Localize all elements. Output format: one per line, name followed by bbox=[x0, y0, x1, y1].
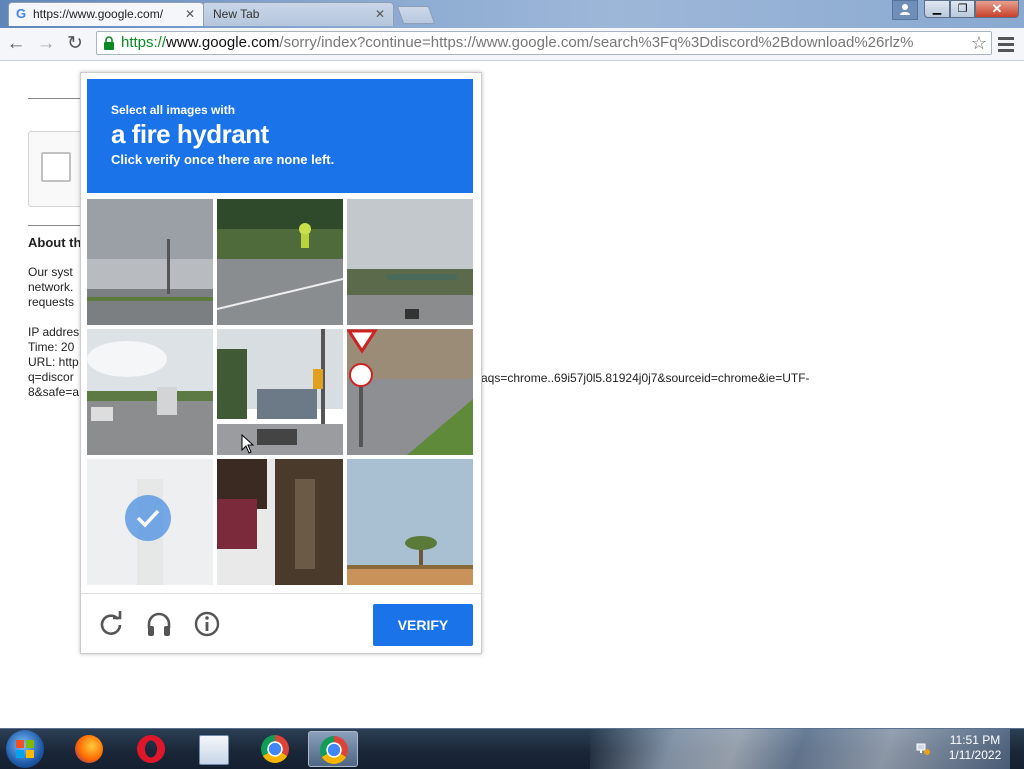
chrome-active-icon bbox=[320, 736, 348, 764]
recaptcha-challenge: Select all images with a fire hydrant Cl… bbox=[80, 72, 482, 654]
challenge-footer: VERIFY bbox=[81, 593, 481, 654]
instruction-small: Select all images with bbox=[111, 103, 236, 117]
image-tile-4[interactable] bbox=[87, 329, 213, 455]
firefox-taskbar-button[interactable] bbox=[64, 731, 114, 767]
image-tile-1[interactable] bbox=[87, 199, 213, 325]
user-icon[interactable] bbox=[892, 0, 918, 20]
image-tile-9[interactable] bbox=[347, 459, 473, 585]
opera-icon bbox=[137, 735, 165, 763]
target-object: a fire hydrant bbox=[111, 119, 269, 149]
reload-button[interactable]: ↻ bbox=[63, 32, 87, 56]
para-line: Our syst bbox=[28, 265, 73, 279]
para-line: 8&safe=a bbox=[28, 385, 80, 399]
opera-taskbar-button[interactable] bbox=[126, 731, 176, 767]
divider bbox=[28, 98, 88, 99]
url-path: /sorry/index?continue=https://www.google… bbox=[279, 34, 914, 51]
minimize-button[interactable]: ▁ bbox=[924, 0, 950, 18]
details-paragraph: IP addres Time: 20 URL: http q=discor 8&… bbox=[28, 325, 79, 400]
url-scheme: https:// bbox=[121, 34, 167, 51]
image-grid bbox=[87, 199, 475, 587]
clock-date: 1/11/2022 bbox=[948, 748, 1002, 762]
title-bar: G https://www.google.com/ ✕ New Tab ✕ ▁ … bbox=[0, 0, 1024, 28]
reload-icon[interactable] bbox=[97, 610, 125, 638]
star-icon[interactable]: ☆ bbox=[970, 32, 987, 54]
para-line: requests bbox=[28, 295, 75, 309]
chrome-active-taskbar-button[interactable] bbox=[308, 731, 358, 767]
audio-icon[interactable] bbox=[145, 610, 173, 638]
taskbar: 11:51 PM 1/11/2022 bbox=[0, 728, 1024, 769]
para-line: network. bbox=[28, 280, 74, 294]
address-bar[interactable]: https://www.google.com/sorry/index?conti… bbox=[96, 31, 992, 55]
google-favicon-icon: G bbox=[16, 6, 27, 21]
network-tray-icon[interactable] bbox=[916, 741, 930, 755]
maximize-button[interactable]: ❐ bbox=[950, 0, 975, 18]
verify-button[interactable]: VERIFY bbox=[373, 604, 473, 646]
chrome-taskbar-button[interactable] bbox=[250, 731, 300, 767]
info-paragraph: Our syst network. requests bbox=[28, 265, 74, 310]
info-icon[interactable] bbox=[193, 610, 221, 638]
para-line: URL: http bbox=[28, 355, 79, 369]
url-tail-text: aqs=chrome..69i57j0l5.81924j0j7&sourceid… bbox=[481, 371, 810, 385]
tab-close-icon[interactable]: ✕ bbox=[375, 3, 385, 25]
system-clock[interactable]: 11:51 PM 1/11/2022 bbox=[940, 733, 1010, 763]
divider bbox=[28, 225, 88, 226]
notepad-icon bbox=[199, 735, 229, 765]
url-host: www.google.com bbox=[166, 34, 280, 51]
para-line: IP addres bbox=[28, 325, 80, 339]
tab-title: New Tab bbox=[213, 7, 260, 21]
para-line: q=discor bbox=[28, 370, 74, 384]
close-window-button[interactable]: ✕ bbox=[975, 0, 1019, 18]
challenge-header: Select all images with a fire hydrant Cl… bbox=[87, 79, 473, 193]
para-line: Time: 20 bbox=[28, 340, 75, 354]
chrome-icon bbox=[261, 735, 289, 763]
url-text: https://www.google.com/sorry/index?conti… bbox=[121, 32, 914, 54]
clock-time: 11:51 PM bbox=[949, 733, 1001, 747]
windows-start-button[interactable] bbox=[6, 730, 44, 768]
back-button[interactable]: ← bbox=[4, 32, 28, 56]
menu-icon[interactable] bbox=[996, 34, 1016, 54]
recaptcha-checkbox[interactable] bbox=[41, 152, 71, 182]
checkmark-icon bbox=[125, 495, 171, 541]
tab-title: https://www.google.com/ bbox=[33, 7, 164, 21]
tab-close-icon[interactable]: ✕ bbox=[185, 3, 195, 25]
image-tile-7[interactable] bbox=[87, 459, 213, 585]
tab-google[interactable]: G https://www.google.com/ ✕ bbox=[8, 2, 204, 26]
browser-toolbar: ← → ↻ https://www.google.com/sorry/index… bbox=[0, 28, 1024, 61]
new-tab-button[interactable] bbox=[396, 6, 436, 24]
about-heading: About th bbox=[28, 235, 82, 250]
image-tile-6[interactable] bbox=[347, 329, 473, 455]
notepad-taskbar-button[interactable] bbox=[188, 731, 238, 767]
image-tile-8[interactable] bbox=[217, 459, 343, 585]
image-tile-2[interactable] bbox=[217, 199, 343, 325]
mouse-cursor-icon bbox=[241, 434, 255, 454]
instruction-sub: Click verify once there are none left. bbox=[111, 152, 335, 167]
forward-button[interactable]: → bbox=[34, 32, 58, 56]
tab-new-tab[interactable]: New Tab ✕ bbox=[202, 2, 394, 26]
image-tile-3[interactable] bbox=[347, 199, 473, 325]
lock-icon bbox=[104, 36, 114, 50]
image-tile-5[interactable] bbox=[217, 329, 343, 455]
firefox-icon bbox=[75, 735, 103, 763]
